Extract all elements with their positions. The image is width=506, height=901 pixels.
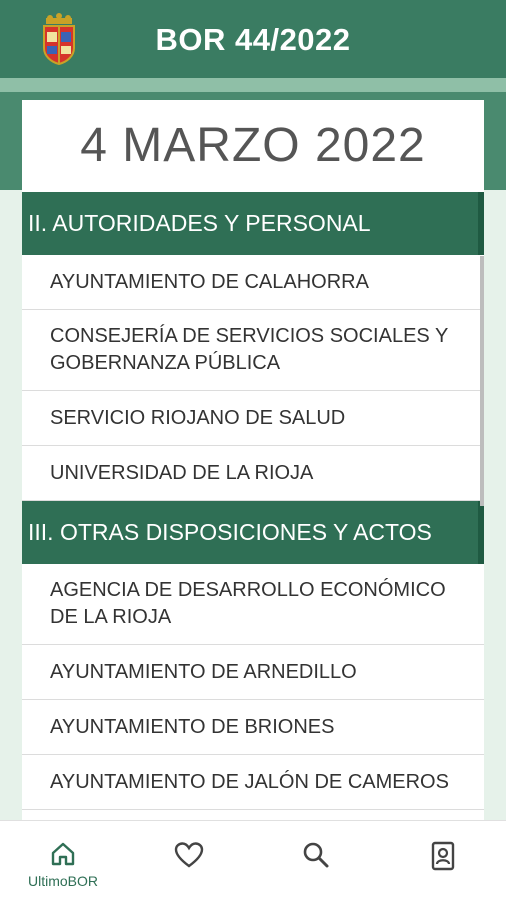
app-bar: BOR 44/2022 [0, 0, 506, 78]
bulletin-date: 4 MARZO 2022 [80, 119, 426, 172]
list-item[interactable]: SERVICIO RIOJANO DE SALUD [22, 391, 484, 446]
heart-icon [174, 842, 204, 868]
section-header[interactable]: II. AUTORIDADES Y PERSONAL [22, 192, 484, 255]
section-header[interactable]: III. OTRAS DISPOSICIONES Y ACTOS [22, 501, 484, 564]
list-item[interactable]: AYUNTAMIENTO DE ARNEDILLO [22, 645, 484, 700]
bulletin-card: 4 MARZO 2022 II. AUTORIDADES Y PERSONAL … [22, 100, 484, 820]
tab-search[interactable] [253, 821, 379, 901]
tab-label: UltimoBOR [27, 873, 98, 889]
list-item-label: UNIVERSIDAD DE LA RIOJA [50, 461, 314, 484]
list-item-label: AYUNTAMIENTO DE BRIONES [50, 715, 335, 738]
list-item-label: AYUNTAMIENTO DE CALAHORRA [50, 270, 369, 293]
tab-ultimobor[interactable]: UltimoBOR [0, 821, 126, 901]
list-item[interactable]: UNIVERSIDAD DE LA RIOJA [22, 446, 484, 501]
search-icon [303, 842, 329, 868]
list-item-label: CONSEJERÍA DE SERVICIOS SOCIALES Y GOBER… [50, 325, 448, 374]
list-item-label: AGENCIA DE DESARROLLO ECONÓMICO DE LA RI… [50, 579, 446, 628]
tab-contact[interactable] [380, 821, 506, 901]
list-item-label: AYUNTAMIENTO DE JALÓN DE CAMEROS [50, 770, 449, 793]
contact-card-icon [431, 841, 455, 871]
home-icon [51, 842, 75, 866]
scrollbar[interactable] [480, 256, 484, 506]
list-item[interactable]: CONSEJERÍA DE SERVICIOS SOCIALES Y GOBER… [22, 310, 484, 391]
header-band-stripe [0, 78, 506, 92]
list-item-label: SERVICIO RIOJANO DE SALUD [50, 406, 346, 429]
tab-favorites[interactable] [126, 821, 252, 901]
page-title: BOR 44/2022 [155, 22, 351, 57]
list-item[interactable]: AYUNTAMIENTO DE BRIONES [22, 700, 484, 755]
list-item[interactable]: AGENCIA DE DESARROLLO ECONÓMICO DE LA RI… [22, 564, 484, 645]
list-item[interactable]: AYUNTAMIENTO DE CALAHORRA [22, 255, 484, 310]
list-item-label: AYUNTAMIENTO DE ARNEDILLO [50, 660, 357, 683]
bottom-navigation: UltimoBOR [0, 820, 506, 901]
list-item[interactable]: AYUNTAMIENTO DE JALÓN DE CAMEROS [22, 755, 484, 810]
